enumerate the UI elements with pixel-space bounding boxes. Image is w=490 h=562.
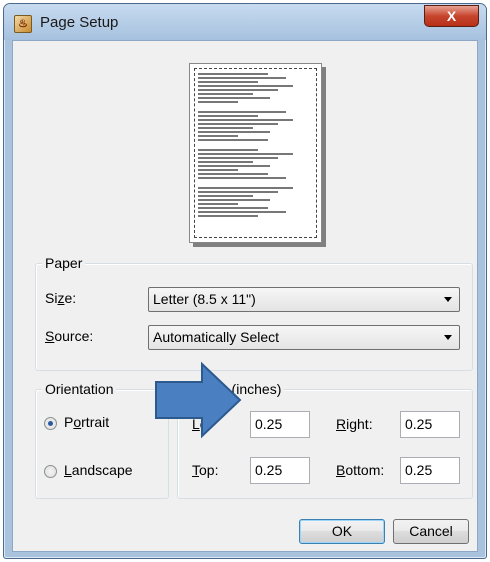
- preview-text-line: [198, 111, 286, 113]
- java-app-icon: ♨: [14, 15, 32, 33]
- portrait-radio[interactable]: [44, 417, 57, 430]
- size-label-b: e:: [64, 290, 77, 306]
- preview-text-line: [198, 115, 258, 117]
- preview-text-line: [198, 157, 278, 159]
- preview-text-line: [198, 77, 286, 79]
- chevron-down-icon: [444, 297, 452, 302]
- page-setup-dialog: ♨ Page Setup X Paper Size: Letter (8.5 x…: [3, 3, 487, 559]
- bottom-label-mnemonic: B: [336, 462, 346, 478]
- preview-text-line: [198, 173, 268, 175]
- top-margin-input[interactable]: 0.25: [250, 457, 310, 484]
- title-bar[interactable]: ♨ Page Setup X: [4, 4, 486, 40]
- preview-text-line: [198, 207, 268, 209]
- preview-text-line: [198, 101, 238, 103]
- annotation-arrow-icon: [155, 361, 242, 439]
- preview-text-line: [198, 73, 268, 75]
- preview-text-line: [198, 203, 238, 205]
- size-label-a: Si: [45, 290, 58, 306]
- right-margin-label: Right:: [336, 416, 373, 432]
- landscape-radio[interactable]: [44, 465, 57, 478]
- paper-size-value: Letter (8.5 x 11"): [153, 291, 256, 307]
- preview-text-line: [198, 211, 286, 213]
- portrait-label-a: P: [64, 414, 74, 430]
- ok-button[interactable]: OK: [299, 519, 385, 544]
- preview-text-line: [198, 119, 293, 121]
- paper-group: Paper Size: Letter (8.5 x 11") Source: A…: [35, 255, 473, 371]
- page-preview: [189, 63, 322, 243]
- size-label: Size:: [45, 290, 76, 306]
- source-label: Source:: [45, 328, 93, 344]
- preview-text-line: [198, 139, 268, 141]
- source-label-mnemonic: S: [45, 328, 55, 344]
- orientation-group: Orientation Portrait Landscape: [35, 381, 169, 499]
- preview-text-line: [198, 89, 278, 91]
- top-label-b: op:: [199, 462, 219, 478]
- window-title: Page Setup: [40, 14, 119, 31]
- landscape-label-mnemonic: L: [64, 462, 72, 478]
- portrait-label-b: rtrait: [81, 414, 110, 430]
- right-margin-input[interactable]: 0.25: [400, 411, 460, 438]
- paper-group-label: Paper: [42, 255, 86, 271]
- preview-text-line: [198, 135, 238, 137]
- preview-text-line: [198, 191, 278, 193]
- preview-text-line: [198, 195, 253, 197]
- preview-text-line: [198, 123, 278, 125]
- chevron-down-icon: [444, 335, 452, 340]
- portrait-label[interactable]: Portrait: [64, 414, 109, 430]
- preview-text-line: [198, 199, 270, 201]
- dialog-body: Paper Size: Letter (8.5 x 11") Source: A…: [12, 40, 478, 552]
- preview-text-line: [198, 177, 286, 179]
- cancel-button[interactable]: Cancel: [393, 519, 469, 544]
- bottom-margin-input[interactable]: 0.25: [400, 457, 460, 484]
- preview-text-line: [198, 187, 293, 189]
- preview-text-line: [198, 131, 270, 133]
- paper-source-select[interactable]: Automatically Select: [148, 325, 460, 350]
- left-margin-input[interactable]: 0.25: [250, 411, 310, 438]
- bottom-margin-label: Bottom:: [336, 462, 384, 478]
- paper-size-select[interactable]: Letter (8.5 x 11"): [148, 287, 460, 312]
- orientation-group-label: Orientation: [42, 381, 117, 397]
- source-label-b: ource:: [54, 328, 94, 344]
- printable-area-outline: [194, 68, 317, 238]
- preview-text-line: [198, 153, 293, 155]
- preview-text-line: [198, 149, 258, 151]
- preview-text-line: [198, 169, 238, 171]
- top-margin-label: Top:: [192, 462, 218, 478]
- landscape-label-b: andscape: [71, 462, 133, 478]
- preview-text-line: [198, 127, 253, 129]
- preview-text-line: [198, 161, 253, 163]
- right-label-b: ight:: [346, 416, 373, 432]
- preview-text-line: [198, 97, 270, 99]
- bottom-label-b: ottom:: [345, 462, 385, 478]
- paper-source-value: Automatically Select: [153, 329, 280, 345]
- preview-text-line: [198, 165, 270, 167]
- preview-text-line: [198, 215, 258, 217]
- right-label-mnemonic: R: [336, 416, 347, 432]
- preview-text-line: [198, 93, 253, 95]
- portrait-label-mnemonic: o: [73, 414, 82, 430]
- landscape-label[interactable]: Landscape: [64, 462, 133, 478]
- preview-text-line: [198, 85, 293, 87]
- preview-text-line: [198, 81, 258, 83]
- top-label-mnemonic: T: [192, 462, 199, 478]
- close-button[interactable]: X: [424, 5, 479, 27]
